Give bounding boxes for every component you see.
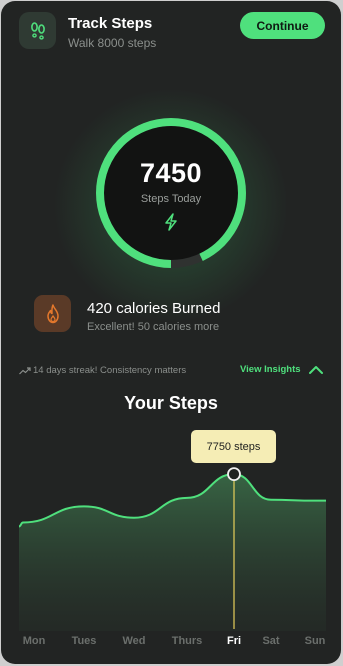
lightning-icon — [165, 213, 177, 231]
page-title: Track Steps — [68, 15, 153, 32]
selected-data-point[interactable] — [227, 467, 241, 482]
view-insights-link[interactable]: View Insights — [240, 364, 301, 375]
day-label[interactable]: Sun — [305, 635, 326, 647]
chart-area-fill — [19, 474, 326, 631]
continue-button[interactable]: Continue — [240, 12, 325, 39]
streak-text: 14 days streak! Consistency matters — [33, 365, 187, 376]
steps-count: 7450 — [139, 158, 203, 188]
chevron-up-icon[interactable] — [309, 365, 323, 374]
steps-label: Steps Today — [140, 193, 202, 205]
calories-title: 420 calories Burned — [87, 300, 221, 317]
trending-up-icon — [19, 367, 31, 375]
day-label[interactable]: Tues — [72, 635, 97, 647]
steps-area-chart: Mon Tues Wed Thurs Fri Sat Sun — [18, 467, 326, 647]
day-label[interactable]: Sat — [262, 635, 279, 647]
day-label[interactable]: Mon — [23, 635, 46, 647]
chart-title: Your Steps — [124, 393, 218, 413]
chart-tooltip: 7750 steps — [191, 430, 276, 463]
fire-icon — [34, 295, 71, 332]
day-label[interactable]: Thurs — [172, 635, 203, 647]
footprints-icon — [19, 12, 56, 49]
phone-screen: Track Steps Walk 8000 steps Continue 745… — [1, 1, 341, 664]
calories-subtitle: Excellent! 50 calories more — [87, 321, 220, 333]
goal-subtitle: Walk 8000 steps — [68, 36, 157, 50]
day-label[interactable]: Fri — [227, 635, 241, 647]
day-label[interactable]: Wed — [122, 635, 145, 647]
